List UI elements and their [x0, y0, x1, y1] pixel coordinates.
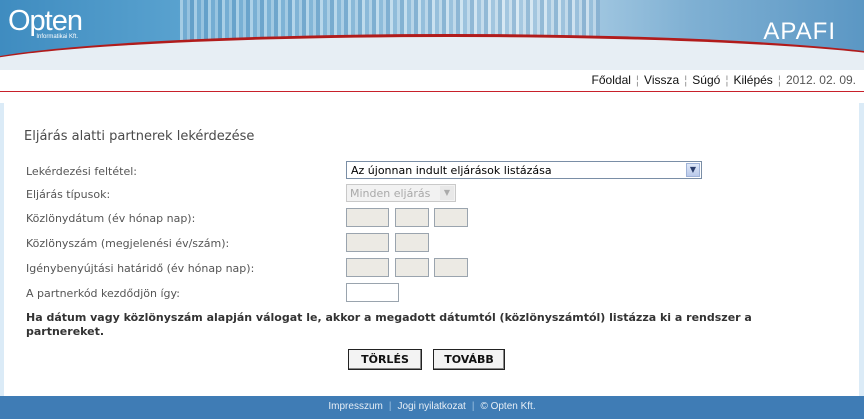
partner-code-label: A partnerkód kezdődjön így:: [26, 287, 180, 300]
nav-separator: ¦: [635, 73, 640, 87]
top-navigation: Főoldal ¦ Vissza ¦ Súgó ¦ Kilépés ¦ 2012. 02. 09…: [592, 73, 856, 87]
info-note: Ha dátum vagy közlönyszám alapján váloga…: [26, 311, 752, 338]
query-form: Eljárás alatti partnerek lekérdezése Lek…: [4, 103, 859, 396]
current-date: 2012. 02. 09.: [785, 73, 856, 87]
partner-code-input[interactable]: [346, 283, 399, 302]
opten-logo[interactable]: Opten Informatikai Kft.: [8, 5, 83, 40]
nav-back-link[interactable]: Vissza: [644, 73, 679, 87]
gazette-date-day-input[interactable]: [434, 208, 468, 227]
page-title: Eljárás alatti partnerek lekérdezése: [24, 129, 255, 144]
nav-help-link[interactable]: Súgó: [692, 73, 720, 87]
claim-deadline-year-input[interactable]: [346, 258, 389, 277]
query-condition-label: Lekérdezési feltétel:: [26, 165, 137, 178]
gazette-number-issue-input[interactable]: [395, 233, 429, 252]
nav-separator: ¦: [725, 73, 729, 87]
logo-text: Opten: [8, 5, 83, 37]
footer-separator: |: [471, 401, 475, 412]
procedure-type-value: Minden eljárás: [350, 187, 431, 200]
footer-copyright: © Opten Kft.: [480, 401, 536, 412]
footer: Impresszum | Jogi nyilatkozat | © Opten Kft.: [0, 396, 864, 419]
query-condition-select[interactable]: Az újonnan indult eljárások listázása ▼: [346, 161, 702, 179]
chevron-down-icon[interactable]: ▼: [686, 163, 700, 177]
gazette-number-year-input[interactable]: [346, 233, 389, 252]
gazette-date-year-input[interactable]: [346, 208, 389, 227]
divider: [0, 91, 864, 92]
claim-deadline-day-input[interactable]: [434, 258, 468, 277]
procedure-types-label: Eljárás típusok:: [26, 188, 111, 201]
content-panel: Eljárás alatti partnerek lekérdezése Lek…: [0, 103, 864, 396]
nav-home-link[interactable]: Főoldal: [592, 73, 631, 87]
claim-deadline-month-input[interactable]: [395, 258, 429, 277]
procedure-type-select[interactable]: Minden eljárás ▼: [346, 184, 456, 202]
clear-button[interactable]: TÖRLÉS: [348, 349, 422, 370]
nav-logout-link[interactable]: Kilépés: [733, 73, 772, 87]
header-banner: Opten Informatikai Kft. APAFI: [0, 0, 864, 70]
footer-legal-link[interactable]: Jogi nyilatkozat: [397, 401, 465, 412]
nav-separator: ¦: [777, 73, 781, 87]
gazette-date-label: Közlönydátum (év hónap nap):: [26, 212, 196, 225]
banner-swoosh: [0, 34, 864, 70]
query-condition-value: Az újonnan indult eljárások listázása: [351, 164, 552, 177]
chevron-down-icon[interactable]: ▼: [440, 186, 454, 200]
nav-separator: ¦: [684, 73, 688, 87]
footer-impressum-link[interactable]: Impresszum: [328, 401, 382, 412]
next-button[interactable]: TOVÁBB: [433, 349, 505, 370]
gazette-number-label: Közlönyszám (megjelenési év/szám):: [26, 237, 230, 250]
footer-separator: |: [388, 401, 392, 412]
app-title: APAFI: [763, 18, 836, 45]
gazette-date-month-input[interactable]: [395, 208, 429, 227]
claim-deadline-label: Igénybenyújtási határidő (év hónap nap):: [26, 262, 255, 275]
